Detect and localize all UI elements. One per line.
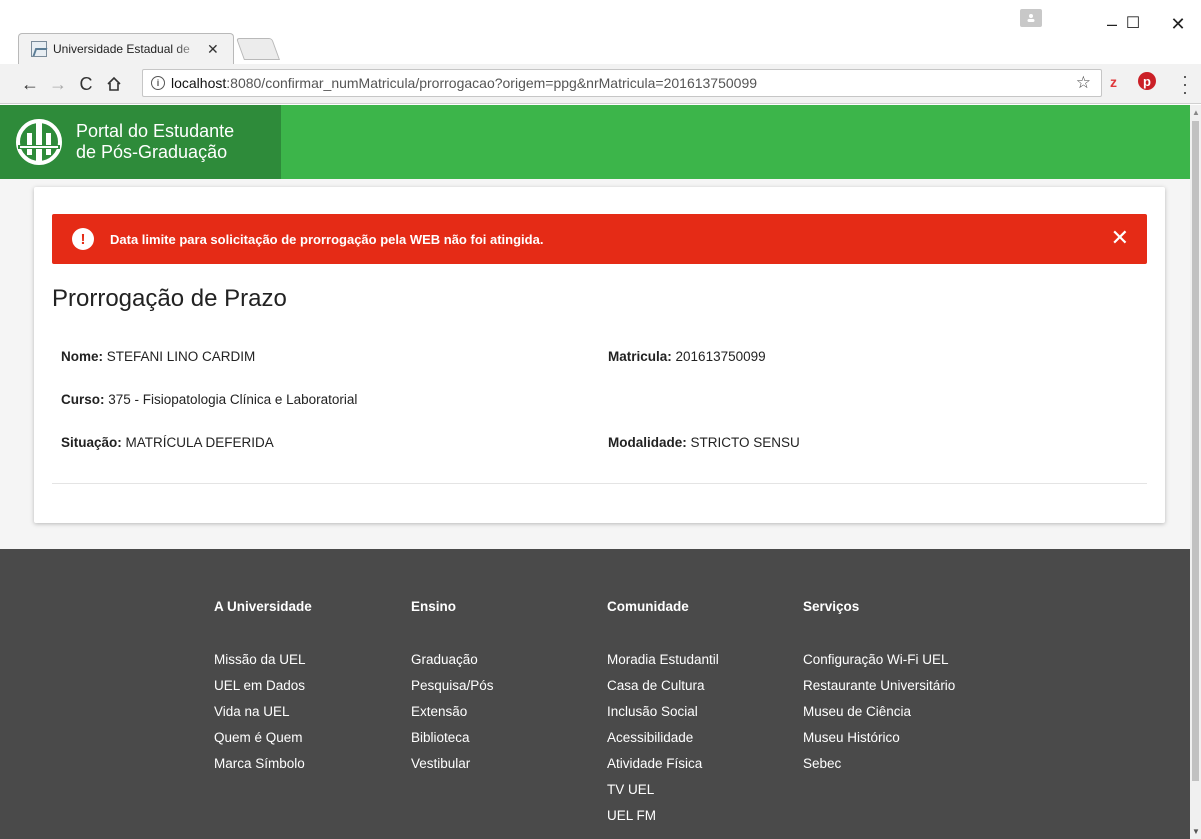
footer-link[interactable]: Vida na UEL bbox=[214, 699, 312, 725]
app-header: Portal do Estudante de Pós-Graduação bbox=[0, 105, 1190, 179]
footer-heading: Ensino bbox=[411, 599, 457, 614]
tab-title: Universidade Estadual de bbox=[53, 42, 190, 56]
nome-value: STEFANI LINO CARDIM bbox=[106, 349, 256, 364]
footer-link[interactable]: Museu Histórico bbox=[803, 725, 955, 751]
footer-heading: Comunidade bbox=[607, 599, 689, 614]
field-situacao: Situação: MATRÍCULA DEFERIDA bbox=[61, 435, 274, 450]
situacao-label: Situação: bbox=[61, 435, 122, 450]
footer-column-servicos: Serviços Configuração Wi-Fi UEL Restaura… bbox=[803, 599, 955, 777]
reload-icon[interactable]: C bbox=[74, 72, 98, 96]
url-host: localhost bbox=[171, 75, 227, 91]
curso-value: 375 - Fisiopatologia Clínica e Laborator… bbox=[108, 392, 358, 407]
alert-close-icon[interactable]: ✕ bbox=[1111, 226, 1129, 250]
footer-link[interactable]: Casa de Cultura bbox=[607, 673, 719, 699]
window-close-button[interactable]: ✕ bbox=[1163, 14, 1193, 34]
footer-heading: Serviços bbox=[803, 599, 860, 614]
profile-icon[interactable] bbox=[1020, 9, 1042, 27]
brand-title: Portal do Estudante de Pós-Graduação bbox=[76, 121, 234, 163]
tab-close-icon[interactable]: ✕ bbox=[207, 41, 219, 58]
page-scrollbar[interactable]: ▲ ▼ bbox=[1190, 105, 1201, 839]
footer-link[interactable]: Atividade Física bbox=[607, 751, 719, 777]
scrollbar-thumb[interactable] bbox=[1192, 121, 1199, 781]
field-curso: Curso: 375 - Fisiopatologia Clínica e La… bbox=[61, 392, 357, 407]
page-viewport: Portal do Estudante de Pós-Graduação ! D… bbox=[0, 105, 1190, 839]
content-card: ! Data limite para solicitação de prorro… bbox=[34, 187, 1165, 523]
footer-link[interactable]: Museu de Ciência bbox=[803, 699, 955, 725]
alert-message: Data limite para solicitação de prorroga… bbox=[110, 231, 544, 247]
address-bar[interactable]: i localhost:8080/confirmar_numMatricula/… bbox=[142, 69, 1102, 97]
footer-link[interactable]: TV UEL bbox=[607, 777, 719, 803]
uel-logo-icon bbox=[16, 119, 62, 165]
browser-titlebar: Universidade Estadual de ✕ – ☐ ✕ bbox=[0, 0, 1201, 64]
new-tab-button[interactable] bbox=[235, 38, 281, 60]
footer-link[interactable]: Biblioteca bbox=[411, 725, 494, 751]
footer-link[interactable]: Pesquisa/Pós bbox=[411, 673, 494, 699]
footer-link[interactable]: Configuração Wi-Fi UEL bbox=[803, 647, 955, 673]
home-icon[interactable] bbox=[102, 72, 126, 96]
field-matricula: Matricula: 201613750099 bbox=[608, 349, 766, 364]
browser-tab[interactable]: Universidade Estadual de ✕ bbox=[18, 33, 234, 64]
window-maximize-button[interactable]: ☐ bbox=[1118, 14, 1148, 34]
bookmark-star-icon[interactable]: ☆ bbox=[1076, 73, 1091, 93]
scroll-up-icon[interactable]: ▲ bbox=[1192, 108, 1200, 117]
footer-column-universidade: A Universidade Missão da UEL UEL em Dado… bbox=[214, 599, 312, 777]
matricula-value: 201613750099 bbox=[675, 349, 766, 364]
browser-menu-icon[interactable]: · · · bbox=[1180, 67, 1190, 101]
page-title: Prorrogação de Prazo bbox=[52, 285, 287, 312]
exclamation-icon: ! bbox=[72, 228, 94, 250]
footer-link[interactable]: UEL FM bbox=[607, 803, 719, 829]
modalidade-label: Modalidade: bbox=[608, 435, 687, 450]
footer-link[interactable]: Vestibular bbox=[411, 751, 494, 777]
brand-line1: Portal do Estudante bbox=[76, 121, 235, 141]
url-path: :8080/confirmar_numMatricula/prorrogacao… bbox=[226, 75, 758, 91]
footer-link[interactable]: Extensão bbox=[411, 699, 494, 725]
scroll-down-icon[interactable]: ▼ bbox=[1192, 827, 1200, 836]
footer-link[interactable]: Inclusão Social bbox=[607, 699, 719, 725]
forward-arrow-icon[interactable]: → bbox=[46, 72, 70, 96]
brand-line2: de Pós-Graduação bbox=[76, 142, 228, 162]
nome-label: Nome: bbox=[61, 349, 104, 364]
footer-link[interactable]: Missão da UEL bbox=[214, 647, 312, 673]
footer-link[interactable]: Restaurante Universitário bbox=[803, 673, 955, 699]
footer-link[interactable]: Graduação bbox=[411, 647, 494, 673]
card-divider bbox=[52, 483, 1147, 484]
browser-toolbar: ← → C i localhost:8080/confirmar_numMatr… bbox=[0, 64, 1201, 104]
field-modalidade: Modalidade: STRICTO SENSU bbox=[608, 435, 800, 450]
site-info-icon[interactable]: i bbox=[151, 76, 165, 90]
curso-label: Curso: bbox=[61, 392, 105, 407]
site-favicon-icon bbox=[31, 41, 47, 57]
url-text: localhost:8080/confirmar_numMatricula/pr… bbox=[171, 75, 757, 91]
field-nome: Nome: STEFANI LINO CARDIM bbox=[61, 349, 255, 364]
pinterest-extension-icon[interactable]: p bbox=[1138, 72, 1156, 90]
zotero-extension-icon[interactable]: z bbox=[1110, 74, 1117, 90]
footer-column-ensino: Ensino Graduação Pesquisa/Pós Extensão B… bbox=[411, 599, 494, 777]
footer-link[interactable]: Quem é Quem bbox=[214, 725, 312, 751]
modalidade-value: STRICTO SENSU bbox=[690, 435, 800, 450]
footer-column-comunidade: Comunidade Moradia Estudantil Casa de Cu… bbox=[607, 599, 719, 829]
situacao-value: MATRÍCULA DEFERIDA bbox=[125, 435, 274, 450]
footer-link[interactable]: Acessibilidade bbox=[607, 725, 719, 751]
matricula-label: Matricula: bbox=[608, 349, 672, 364]
footer-heading: A Universidade bbox=[214, 599, 312, 614]
footer-link[interactable]: UEL em Dados bbox=[214, 673, 312, 699]
brand-link[interactable]: Portal do Estudante de Pós-Graduação bbox=[0, 105, 281, 179]
footer-link[interactable]: Sebec bbox=[803, 751, 955, 777]
footer-link[interactable]: Marca Símbolo bbox=[214, 751, 312, 777]
footer-link[interactable]: Moradia Estudantil bbox=[607, 647, 719, 673]
error-alert: ! Data limite para solicitação de prorro… bbox=[52, 214, 1147, 264]
back-arrow-icon[interactable]: ← bbox=[18, 72, 42, 96]
site-footer: A Universidade Missão da UEL UEL em Dado… bbox=[0, 549, 1190, 839]
